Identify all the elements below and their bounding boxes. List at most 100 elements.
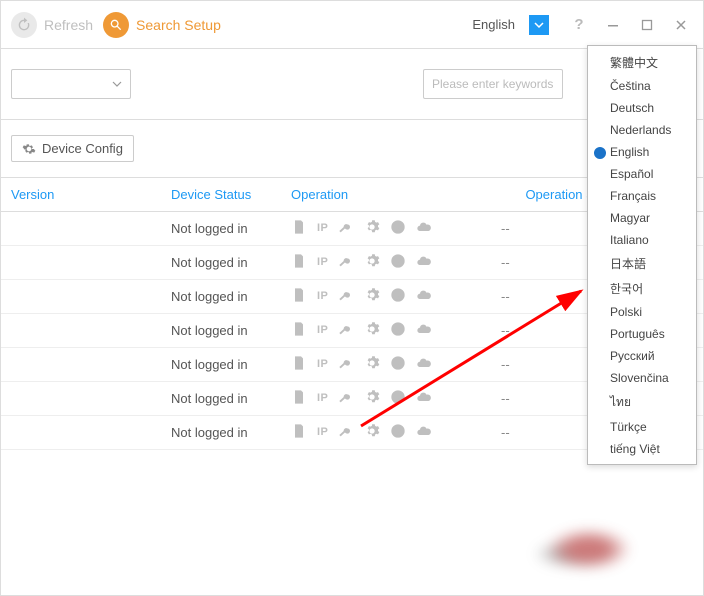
- cell-device-status: Not logged in: [171, 357, 291, 372]
- doc-icon[interactable]: [291, 423, 307, 442]
- browser-icon[interactable]: [390, 389, 406, 408]
- maximize-icon: [641, 19, 653, 31]
- gear-icon[interactable]: [364, 389, 380, 408]
- refresh-label: Refresh: [44, 17, 93, 33]
- top-bar: Refresh Search Setup English ?: [1, 1, 703, 49]
- gear-icon[interactable]: [364, 423, 380, 442]
- cell-operation: IP: [291, 321, 481, 340]
- header-operation[interactable]: Operation: [291, 187, 481, 202]
- gear-icon[interactable]: [364, 253, 380, 272]
- ip-icon[interactable]: IP: [317, 219, 328, 238]
- gear-icon[interactable]: [364, 321, 380, 340]
- keywords-input[interactable]: [423, 69, 563, 99]
- help-button[interactable]: ?: [569, 15, 589, 35]
- doc-icon[interactable]: [291, 219, 307, 238]
- cell-operation: IP: [291, 355, 481, 374]
- header-version[interactable]: Version: [11, 187, 171, 202]
- doc-icon[interactable]: [291, 355, 307, 374]
- header-device-status[interactable]: Device Status: [171, 187, 291, 202]
- device-config-button[interactable]: Device Config: [11, 135, 134, 162]
- language-option[interactable]: Português: [588, 323, 696, 345]
- cell-operation: IP: [291, 253, 481, 272]
- cell-device-status: Not logged in: [171, 323, 291, 338]
- browser-icon[interactable]: [390, 287, 406, 306]
- language-option[interactable]: 繁體中文: [588, 50, 696, 75]
- refresh-button[interactable]: Refresh: [11, 12, 93, 38]
- language-label: English: [472, 17, 515, 32]
- language-option[interactable]: English: [588, 141, 696, 163]
- doc-icon[interactable]: [291, 321, 307, 340]
- close-icon: [675, 19, 687, 31]
- search-setup-button[interactable]: Search Setup: [103, 12, 221, 38]
- language-option[interactable]: Español: [588, 163, 696, 185]
- chevron-down-icon: [534, 20, 544, 30]
- language-option[interactable]: Slovenčina: [588, 367, 696, 389]
- ip-icon[interactable]: IP: [317, 253, 328, 272]
- cell-operation: IP: [291, 287, 481, 306]
- close-button[interactable]: [671, 15, 691, 35]
- language-option[interactable]: 日本語: [588, 251, 696, 276]
- key-icon[interactable]: [338, 355, 354, 374]
- cloud-icon[interactable]: [416, 355, 432, 374]
- language-option[interactable]: Magyar: [588, 207, 696, 229]
- browser-icon[interactable]: [390, 423, 406, 442]
- minimize-button[interactable]: [603, 15, 623, 35]
- device-config-label: Device Config: [42, 141, 123, 156]
- cell-device-status: Not logged in: [171, 425, 291, 440]
- language-option[interactable]: Türkçe: [588, 416, 696, 438]
- key-icon[interactable]: [338, 253, 354, 272]
- language-option[interactable]: Polski: [588, 301, 696, 323]
- cell-operation: IP: [291, 389, 481, 408]
- chevron-down-icon: [112, 79, 122, 89]
- language-option[interactable]: Français: [588, 185, 696, 207]
- gear-icon[interactable]: [364, 355, 380, 374]
- cloud-icon[interactable]: [416, 287, 432, 306]
- refresh-icon: [11, 12, 37, 38]
- ip-icon[interactable]: IP: [317, 287, 328, 306]
- cell-device-status: Not logged in: [171, 391, 291, 406]
- cloud-icon[interactable]: [416, 219, 432, 238]
- language-option[interactable]: Italiano: [588, 229, 696, 251]
- cloud-icon[interactable]: [416, 253, 432, 272]
- browser-icon[interactable]: [390, 321, 406, 340]
- cell-operation: IP: [291, 219, 481, 238]
- cell-device-status: Not logged in: [171, 255, 291, 270]
- key-icon[interactable]: [338, 389, 354, 408]
- cloud-icon[interactable]: [416, 389, 432, 408]
- language-option[interactable]: Čeština: [588, 75, 696, 97]
- language-option[interactable]: tiếng Việt: [588, 438, 696, 460]
- ip-icon[interactable]: IP: [317, 321, 328, 340]
- maximize-button[interactable]: [637, 15, 657, 35]
- gear-icon[interactable]: [364, 287, 380, 306]
- ip-icon[interactable]: IP: [317, 389, 328, 408]
- browser-icon[interactable]: [390, 355, 406, 374]
- cell-device-status: Not logged in: [171, 221, 291, 236]
- language-dropdown-toggle[interactable]: [529, 15, 549, 35]
- cloud-icon[interactable]: [416, 423, 432, 442]
- browser-icon[interactable]: [390, 219, 406, 238]
- ip-icon[interactable]: IP: [317, 355, 328, 374]
- doc-icon[interactable]: [291, 253, 307, 272]
- search-icon: [103, 12, 129, 38]
- search-setup-label: Search Setup: [136, 17, 221, 33]
- doc-icon[interactable]: [291, 389, 307, 408]
- language-option[interactable]: Nederlands: [588, 119, 696, 141]
- key-icon[interactable]: [338, 321, 354, 340]
- cell-operation: IP: [291, 423, 481, 442]
- ip-icon[interactable]: IP: [317, 423, 328, 442]
- browser-icon[interactable]: [390, 253, 406, 272]
- key-icon[interactable]: [338, 287, 354, 306]
- doc-icon[interactable]: [291, 287, 307, 306]
- language-option[interactable]: ไทย: [588, 389, 696, 416]
- redacted-area: [493, 515, 673, 585]
- minimize-icon: [607, 19, 619, 31]
- key-icon[interactable]: [338, 219, 354, 238]
- key-icon[interactable]: [338, 423, 354, 442]
- language-option[interactable]: Deutsch: [588, 97, 696, 119]
- filter-dropdown[interactable]: [11, 69, 131, 99]
- language-option[interactable]: Русский: [588, 345, 696, 367]
- cell-device-status: Not logged in: [171, 289, 291, 304]
- gear-icon[interactable]: [364, 219, 380, 238]
- language-option[interactable]: 한국어: [588, 276, 696, 301]
- cloud-icon[interactable]: [416, 321, 432, 340]
